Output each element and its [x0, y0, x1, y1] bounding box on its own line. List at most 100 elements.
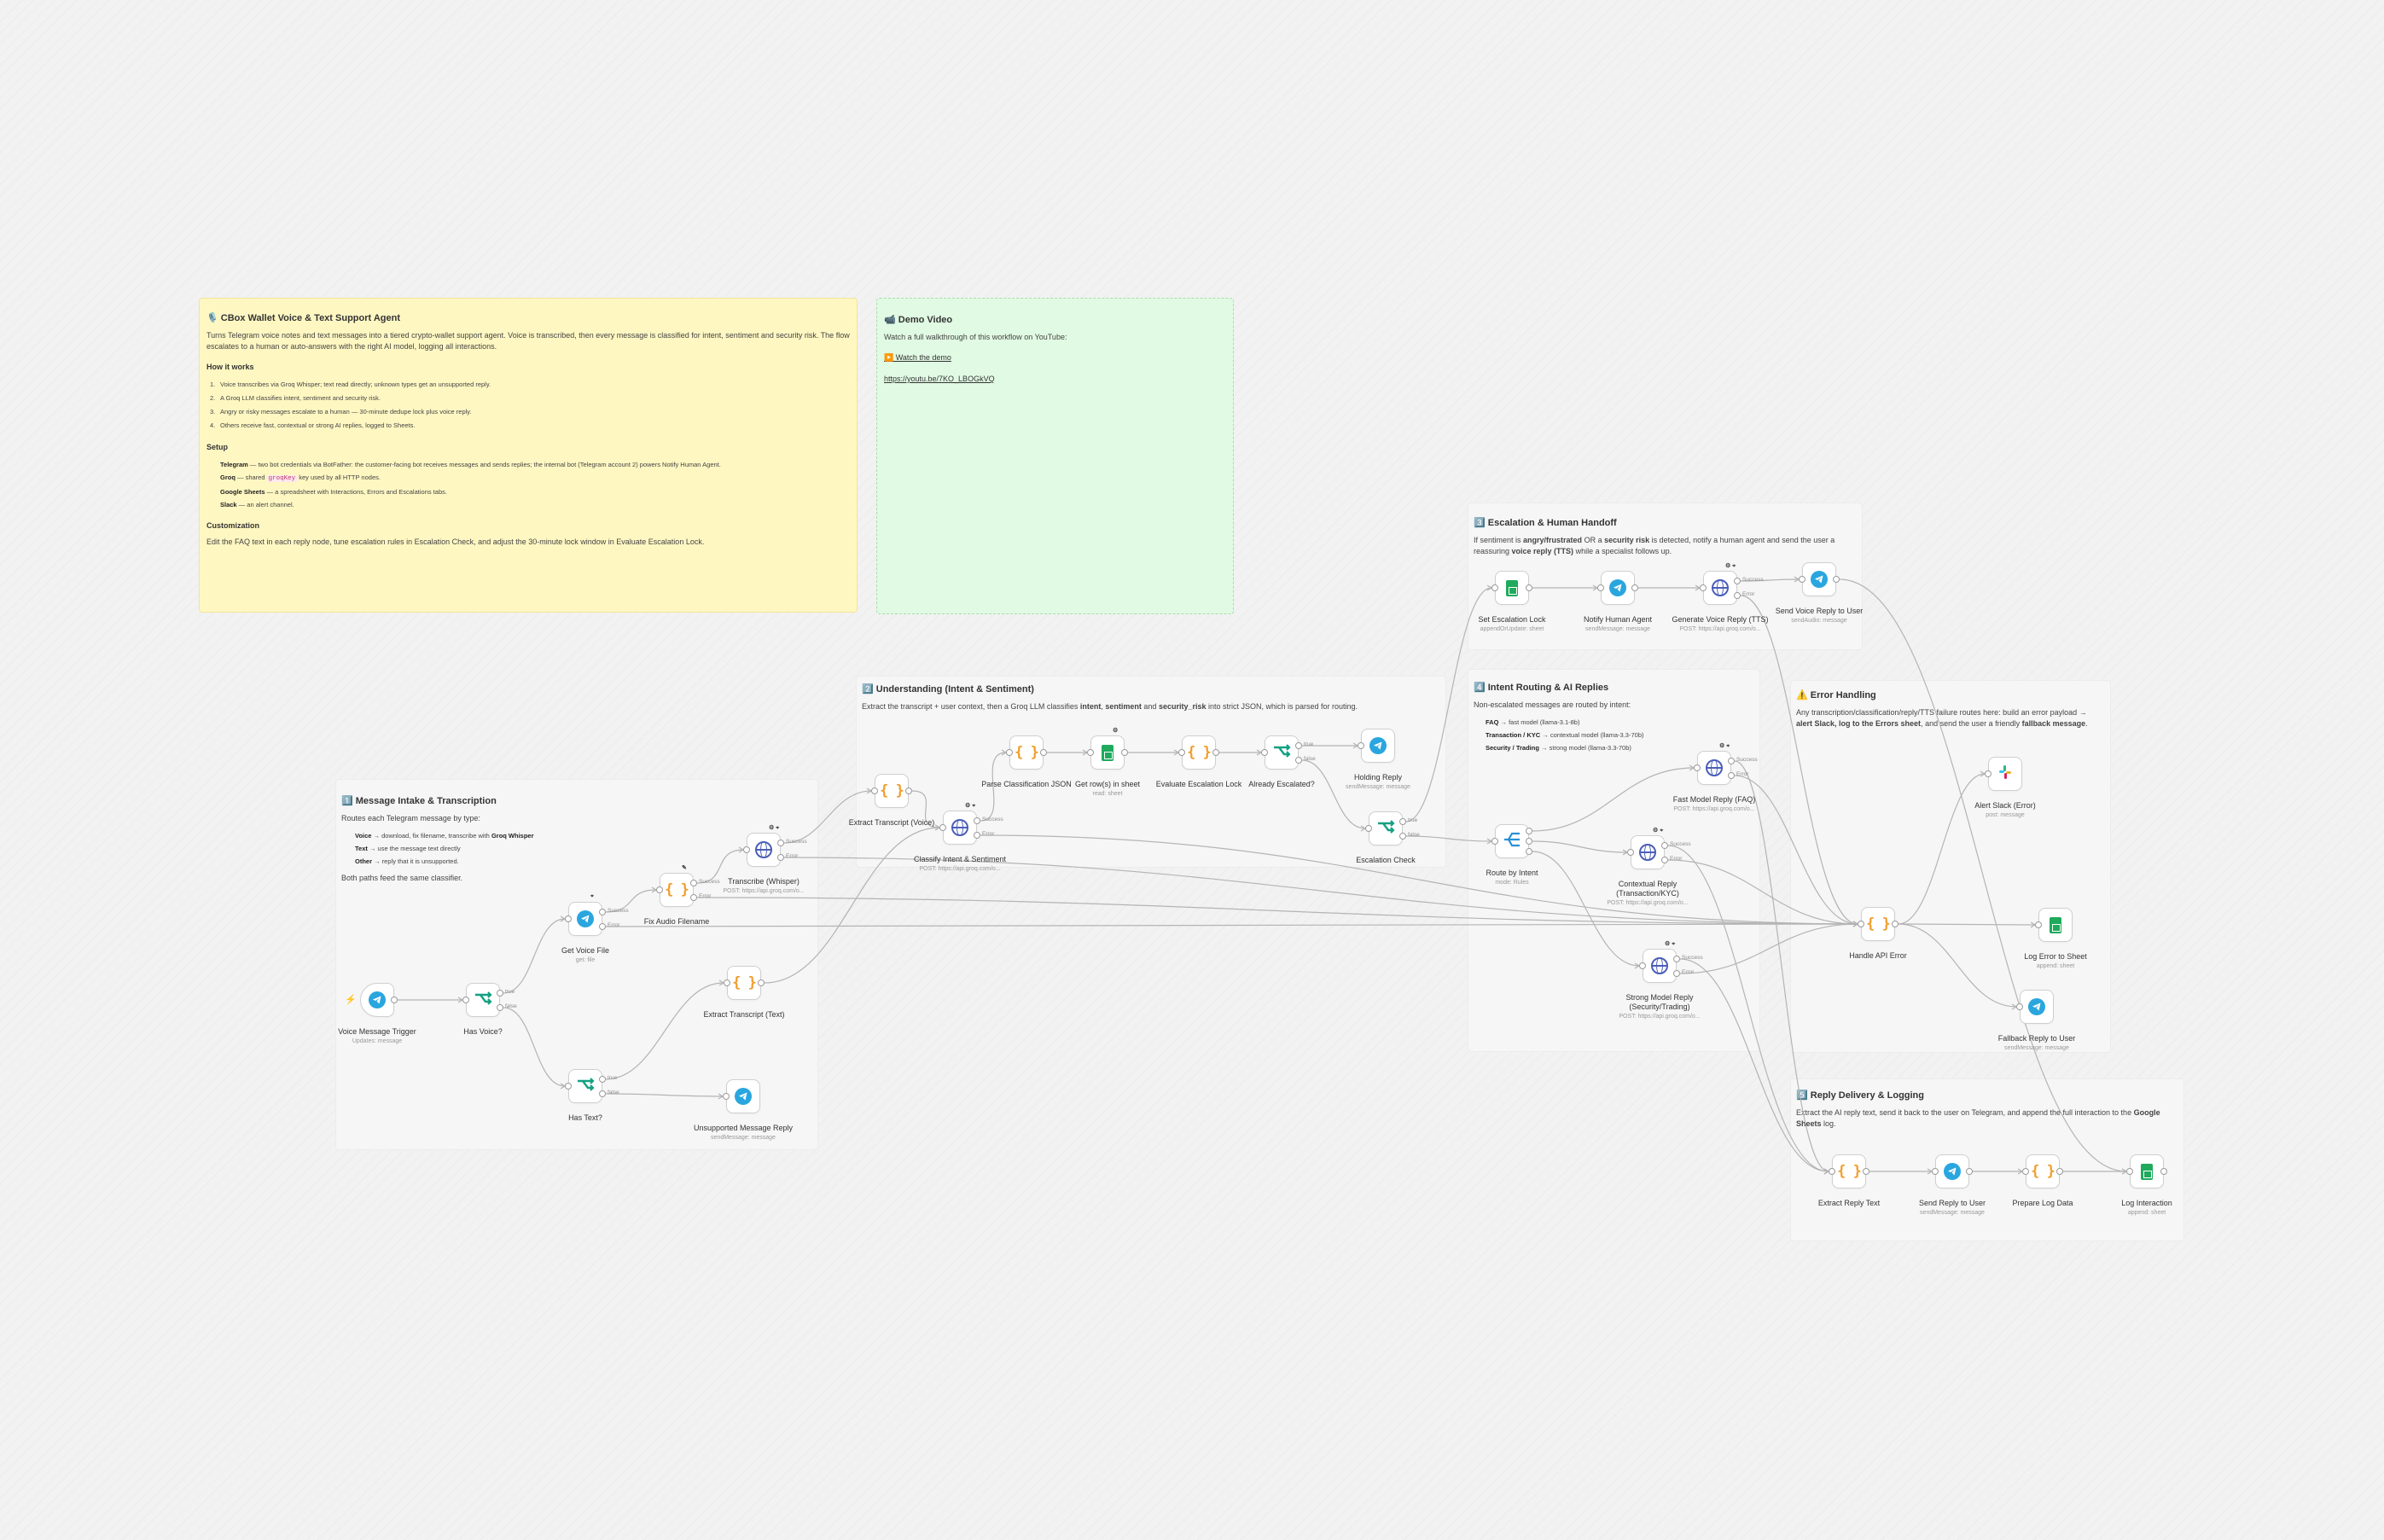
sticky-note-demo[interactable]: 📹 Demo Video Watch a full walkthrough of…: [876, 298, 1234, 614]
node-status-badge: ⚙ ⌖: [965, 803, 976, 809]
output-port-main[interactable]: [391, 997, 398, 1003]
input-port[interactable]: [723, 1093, 730, 1100]
output-port-error[interactable]: [974, 832, 980, 839]
input-port[interactable]: [1799, 576, 1805, 583]
input-port[interactable]: [1261, 749, 1268, 756]
output-port-main[interactable]: [1212, 749, 1219, 756]
list-item: Text → use the message text directly: [355, 845, 461, 852]
input-port[interactable]: [1639, 962, 1646, 969]
code-icon: { }: [732, 974, 757, 991]
input-port[interactable]: [1932, 1168, 1939, 1175]
input-port[interactable]: [1985, 770, 1992, 777]
output-port-main[interactable]: [1526, 584, 1532, 591]
output-port-main[interactable]: [1631, 584, 1638, 591]
output-port-main[interactable]: [2056, 1168, 2063, 1175]
input-port[interactable]: [2022, 1168, 2029, 1175]
input-port[interactable]: [462, 997, 469, 1003]
if-branch-icon: [576, 1076, 595, 1097]
output-port-main[interactable]: [758, 979, 765, 986]
node-label: Unsupported Message Reply sendMessage: me…: [688, 1124, 799, 1142]
code-icon: { }: [1015, 744, 1039, 761]
output-port-main[interactable]: [1892, 921, 1898, 927]
node-label: Notify Human Agent sendMessage: message: [1562, 615, 1673, 633]
output-port-o0[interactable]: [1526, 828, 1532, 834]
output-port-success[interactable]: [777, 840, 784, 846]
output-port-false[interactable]: [497, 1004, 503, 1011]
output-port-success[interactable]: [1673, 956, 1680, 962]
globe-icon: [755, 841, 772, 858]
section-title: ⚠️ Error Handling: [1796, 690, 1876, 700]
watch-demo-link[interactable]: ▶️ Watch the demo: [884, 353, 1226, 363]
output-port-success[interactable]: [1661, 842, 1668, 849]
input-port[interactable]: [1597, 584, 1604, 591]
input-port[interactable]: [565, 915, 572, 922]
input-port[interactable]: [1491, 584, 1498, 591]
input-port[interactable]: [2035, 921, 2042, 928]
output-port-success[interactable]: [1734, 578, 1741, 584]
output-port-success[interactable]: [1728, 758, 1735, 764]
output-port-o1[interactable]: [1526, 838, 1532, 845]
output-port-o2[interactable]: [1526, 848, 1532, 855]
input-port[interactable]: [1694, 764, 1701, 771]
input-port[interactable]: [1178, 749, 1185, 756]
sticky-note-overview[interactable]: 🎙️ CBox Wallet Voice & Text Support Agen…: [199, 298, 858, 613]
output-port-main[interactable]: [1833, 576, 1840, 583]
output-port-main[interactable]: [1121, 749, 1128, 756]
output-port-true[interactable]: [1295, 742, 1302, 749]
output-label-error: Error: [608, 922, 620, 928]
telegram-icon: [1609, 579, 1626, 596]
input-port[interactable]: [939, 824, 946, 831]
output-port-main[interactable]: [1040, 749, 1047, 756]
output-port-main[interactable]: [2160, 1168, 2167, 1175]
input-port[interactable]: [656, 886, 663, 893]
output-port-error[interactable]: [690, 894, 697, 901]
output-port-error[interactable]: [599, 923, 606, 930]
output-label-error: Error: [1682, 969, 1695, 975]
node-subtitle: POST: https://api.groq.com/o...: [1607, 900, 1689, 906]
input-port[interactable]: [1858, 921, 1864, 927]
workflow-canvas[interactable]: 🎙️ CBox Wallet Voice & Text Support Agen…: [0, 0, 2384, 1540]
section-error[interactable]: ⚠️ Error Handling Any transcription/clas…: [1790, 680, 2111, 1053]
output-port-main[interactable]: [905, 787, 912, 794]
input-port[interactable]: [1365, 825, 1372, 832]
input-port[interactable]: [1006, 749, 1013, 756]
output-port-error[interactable]: [1673, 970, 1680, 977]
output-port-error[interactable]: [777, 854, 784, 861]
input-port[interactable]: [565, 1083, 572, 1090]
output-label-error: Error: [982, 831, 995, 837]
output-port-success[interactable]: [599, 909, 606, 915]
output-port-true[interactable]: [497, 990, 503, 997]
note-intro: Turns Telegram voice notes and text mess…: [206, 331, 850, 351]
input-port[interactable]: [871, 787, 878, 794]
input-port[interactable]: [724, 979, 730, 986]
output-port-success[interactable]: [974, 817, 980, 824]
output-port-main[interactable]: [1863, 1168, 1869, 1175]
output-port-true[interactable]: [599, 1076, 606, 1083]
output-port-error[interactable]: [1661, 857, 1668, 863]
output-port-error[interactable]: [1728, 772, 1735, 779]
input-port[interactable]: [1829, 1168, 1835, 1175]
output-label-error: Error: [699, 893, 712, 899]
output-port-success[interactable]: [690, 880, 697, 886]
node-subtitle: append: sheet: [2127, 1210, 2166, 1216]
node-status-badge: ✎: [682, 865, 687, 871]
switch-icon: [1503, 830, 1521, 853]
section-title: 1️⃣ Message Intake & Transcription: [341, 796, 497, 806]
output-port-false[interactable]: [1295, 757, 1302, 764]
input-port[interactable]: [2016, 1003, 2023, 1010]
input-port[interactable]: [1491, 838, 1498, 845]
output-port-false[interactable]: [1399, 833, 1406, 840]
input-port[interactable]: [1700, 584, 1707, 591]
input-port[interactable]: [2126, 1168, 2133, 1175]
input-port[interactable]: [1087, 749, 1094, 756]
output-port-true[interactable]: [1399, 818, 1406, 825]
input-port[interactable]: [1627, 849, 1634, 856]
setup-item: Groq — shared groqKey key used by all HT…: [220, 474, 381, 482]
input-port[interactable]: [1358, 742, 1364, 749]
output-port-error[interactable]: [1734, 592, 1741, 599]
output-port-false[interactable]: [599, 1090, 606, 1097]
list-item: 4. Others receive fast, contextual or str…: [210, 421, 416, 429]
demo-url-link[interactable]: https://youtu.be/7KO_LBOGkVQ: [884, 375, 1226, 383]
output-port-main[interactable]: [1966, 1168, 1973, 1175]
input-port[interactable]: [743, 846, 750, 853]
